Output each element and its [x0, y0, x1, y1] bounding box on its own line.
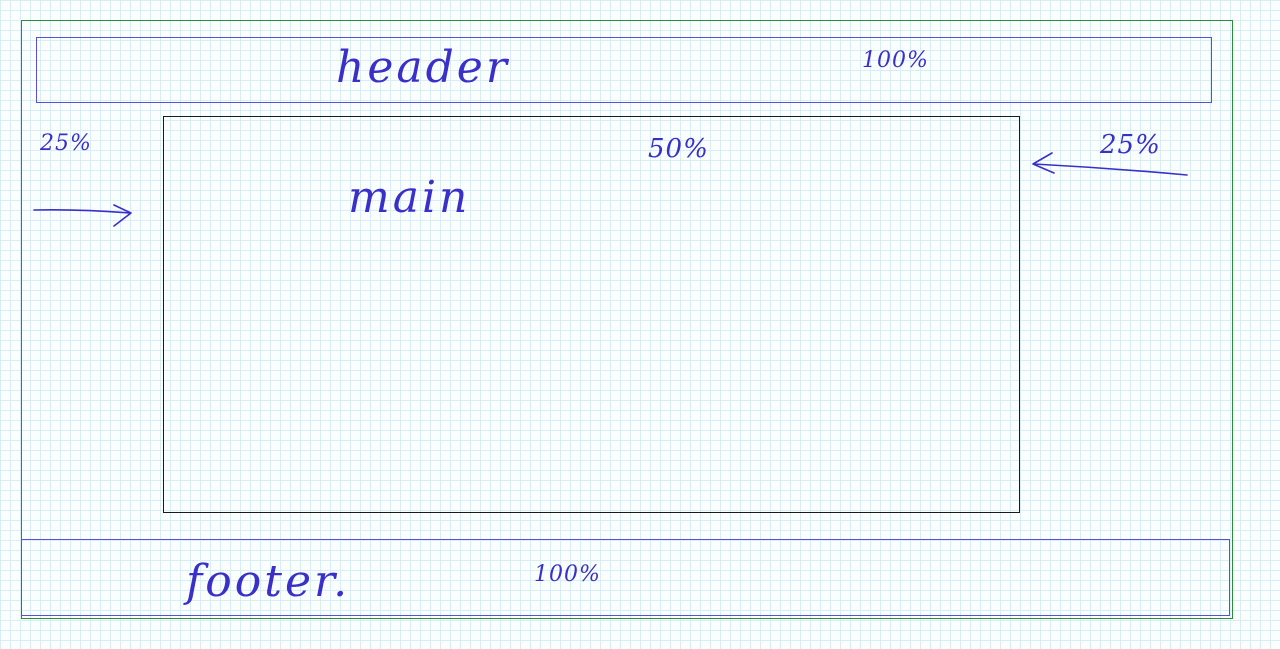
footer-label: footer.	[186, 556, 351, 607]
right-arrow-icon	[1032, 152, 1188, 176]
footer-percent: 100%	[534, 562, 601, 587]
